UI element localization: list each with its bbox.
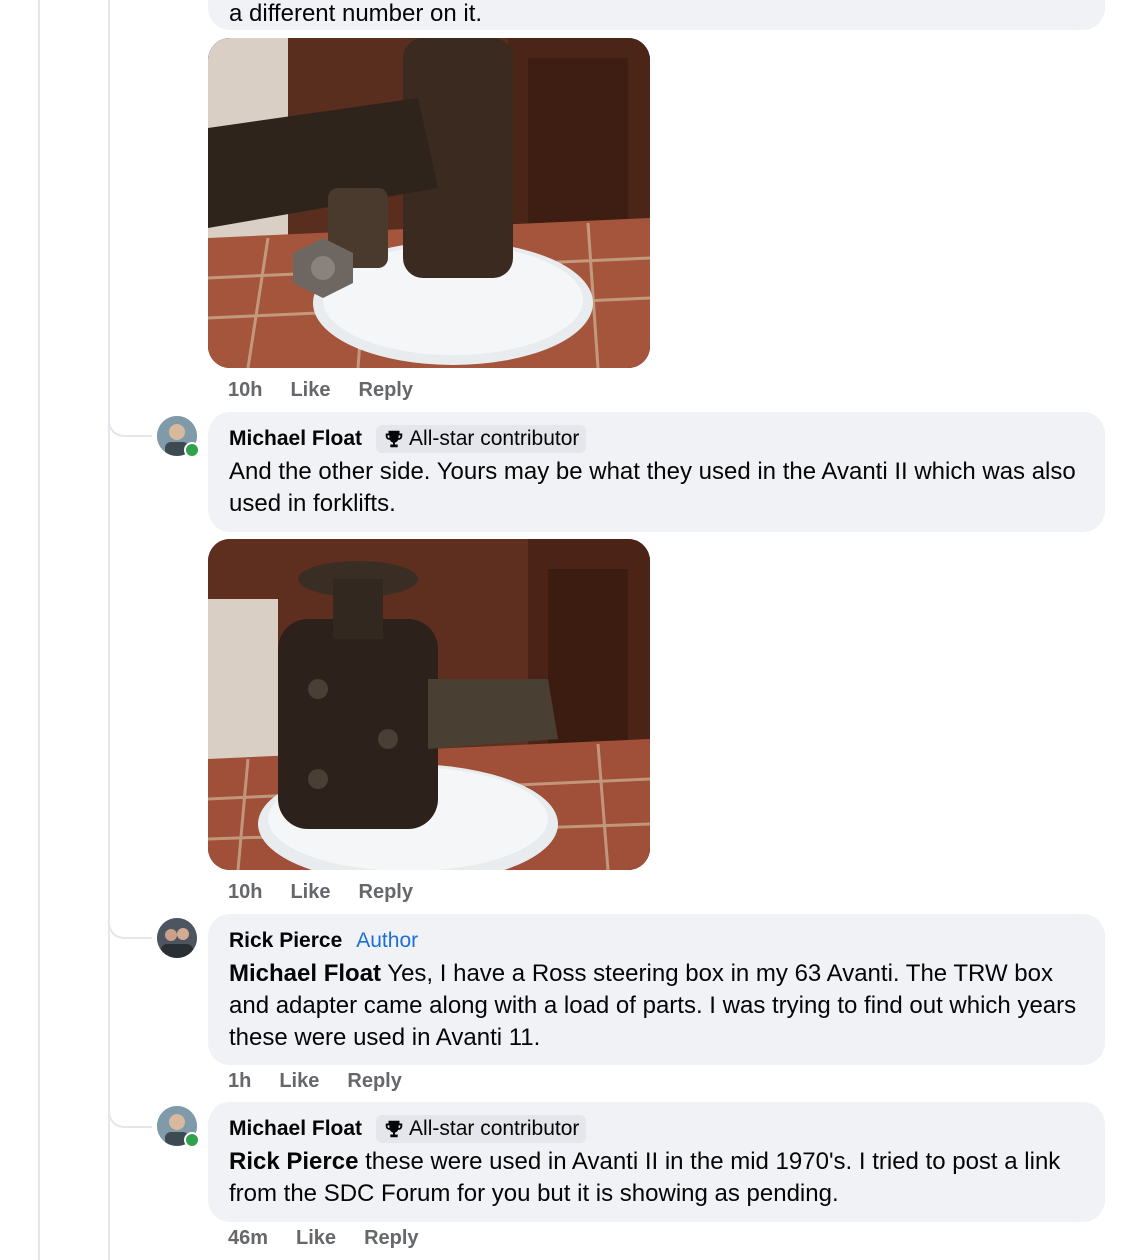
comment-bubble: Rick Pierce Author Michael Float Yes, I …: [208, 914, 1105, 1065]
comment-text-partial: a different number on it.: [229, 0, 483, 27]
thread-line-outer: [38, 0, 40, 1260]
comment-author-name[interactable]: Rick Pierce: [229, 929, 342, 953]
reply-connector: [108, 1104, 152, 1128]
like-button[interactable]: Like: [290, 881, 330, 904]
trophy-icon: [385, 1120, 403, 1138]
comment-meta-row: 1h Like Reply: [228, 1070, 402, 1093]
badge-label: All-star contributor: [409, 427, 580, 450]
comment-photo-steering-box-side-2[interactable]: [208, 539, 650, 870]
badge-label: All-star contributor: [409, 1117, 580, 1140]
like-button[interactable]: Like: [290, 379, 330, 402]
online-status-icon: [184, 1132, 200, 1148]
reply-connector: [108, 413, 152, 437]
comment-author-name[interactable]: Michael Float: [229, 1117, 362, 1141]
thread-line-inner: [108, 0, 110, 1260]
contributor-badge[interactable]: All-star contributor: [376, 425, 587, 453]
comment-bubble: Michael Float All-star contributor And t…: [208, 412, 1105, 532]
comment-author-name[interactable]: Michael Float: [229, 427, 362, 451]
comment-meta-row: 46m Like Reply: [228, 1227, 419, 1250]
online-status-icon: [184, 442, 200, 458]
comment-bubble: Michael Float All-star contributor Rick …: [208, 1102, 1105, 1222]
comment-bubble-partial: a different number on it.: [208, 0, 1105, 30]
mention-link[interactable]: Rick Pierce: [229, 1148, 358, 1175]
comment-meta-row: 10h Like Reply: [228, 379, 413, 402]
reply-button[interactable]: Reply: [347, 1070, 401, 1093]
like-button[interactable]: Like: [279, 1070, 319, 1093]
comment-text: And the other side. Yours may be what th…: [229, 458, 1076, 517]
comment-timestamp[interactable]: 10h: [228, 881, 262, 904]
contributor-badge[interactable]: All-star contributor: [376, 1115, 587, 1143]
reply-button[interactable]: Reply: [359, 881, 413, 904]
comment-photo-steering-box-side-1[interactable]: [208, 38, 650, 368]
author-tag: Author: [356, 929, 419, 952]
comment-timestamp[interactable]: 46m: [228, 1227, 268, 1250]
comment-text: Rick Pierce these were used in Avanti II…: [229, 1146, 1085, 1210]
reply-button[interactable]: Reply: [359, 379, 413, 402]
mention-link[interactable]: Michael Float: [229, 960, 381, 987]
comment-text: Michael Float Yes, I have a Ross steerin…: [229, 958, 1085, 1054]
comment-meta-row: 10h Like Reply: [228, 881, 413, 904]
trophy-icon: [385, 430, 403, 448]
comment-timestamp[interactable]: 1h: [228, 1070, 251, 1093]
reply-button[interactable]: Reply: [364, 1227, 418, 1250]
avatar[interactable]: [157, 918, 197, 958]
reply-connector: [108, 915, 152, 939]
like-button[interactable]: Like: [296, 1227, 336, 1250]
comment-thread: a different number on it. 10h Like Reply…: [0, 0, 1138, 1260]
comment-timestamp[interactable]: 10h: [228, 379, 262, 402]
